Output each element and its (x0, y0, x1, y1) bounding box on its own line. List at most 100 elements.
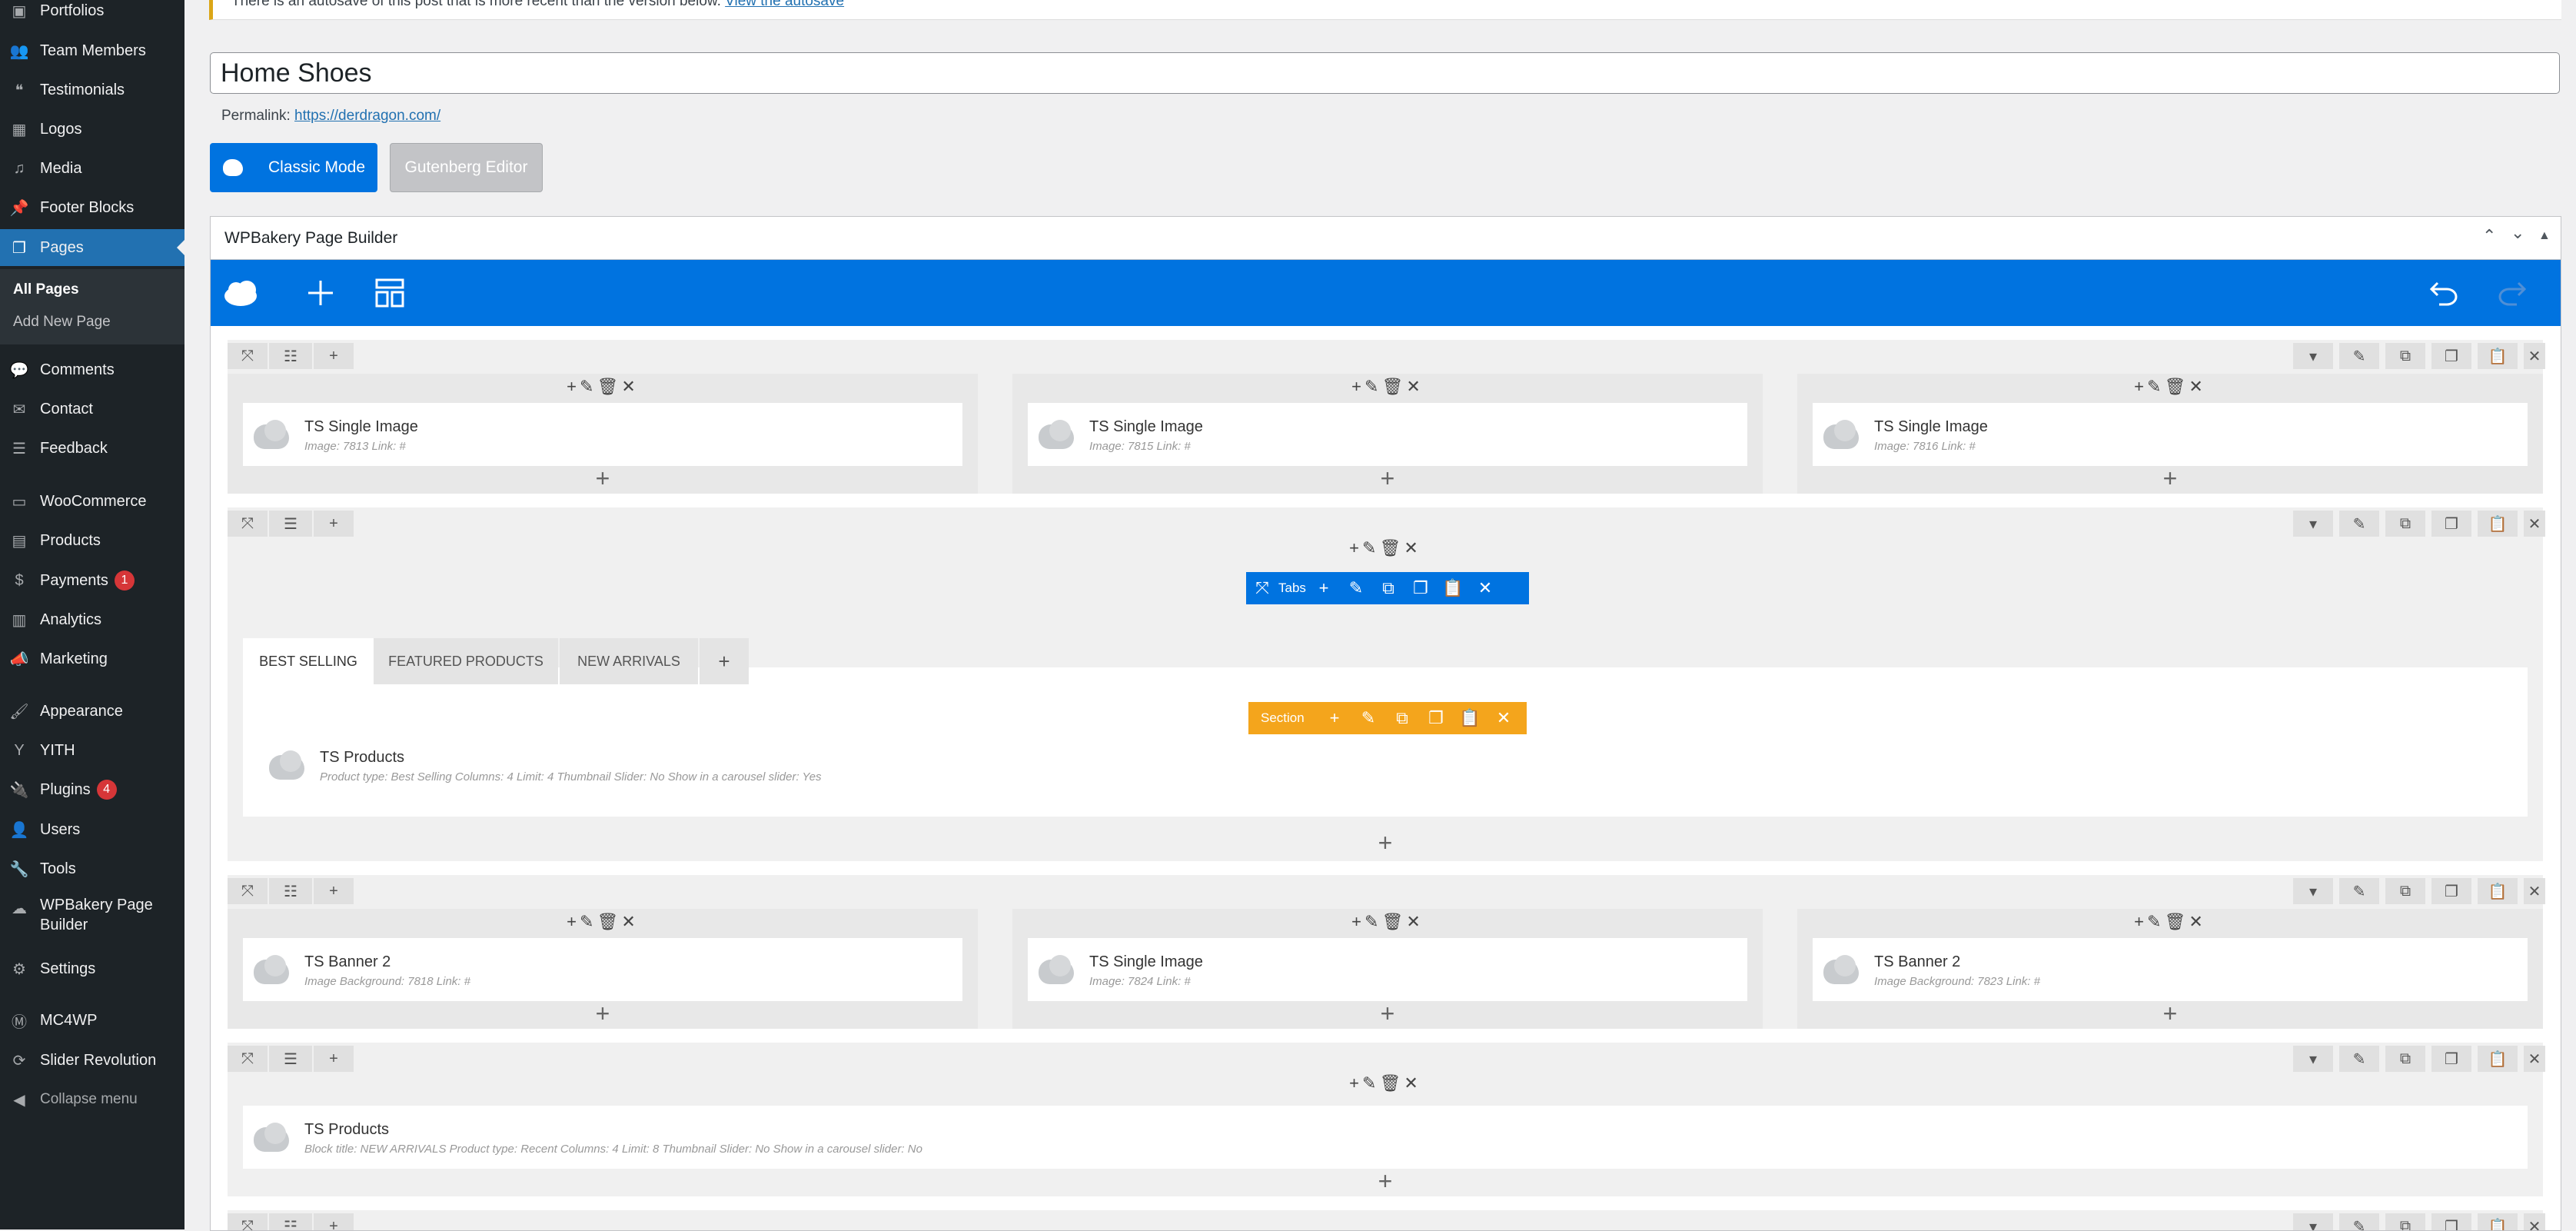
templates-icon[interactable] (371, 274, 409, 312)
row-toggle-icon[interactable]: ▾ (2293, 511, 2333, 537)
submenu-all-pages[interactable]: All Pages (13, 281, 79, 298)
add-element-button[interactable]: + (228, 466, 978, 491)
column-controls[interactable]: +✎🗑✕ (1797, 912, 2543, 932)
section-delete-icon[interactable]: ✕ (1487, 708, 1521, 728)
tabs-edit-icon[interactable]: ✎ (1340, 578, 1372, 598)
add-element-button[interactable]: + (1012, 1001, 1763, 1026)
move-down-icon[interactable]: ⌄ (2511, 223, 2524, 243)
column-controls[interactable]: +✎🗑✕ (228, 538, 2543, 558)
wpbakery-logo-icon[interactable] (222, 274, 261, 312)
toggle-panel-icon[interactable]: ▲ (2538, 229, 2551, 243)
menu-slider-revolution[interactable]: ⟳Slider Revolution (0, 1042, 184, 1079)
row-layout-icon[interactable]: ☰ (269, 511, 312, 537)
move-up-icon[interactable]: ⌃ (2482, 226, 2496, 246)
tabs-move-icon[interactable]: ⤧ (1246, 578, 1278, 598)
row-layout-icon[interactable]: ☰ (269, 1046, 312, 1072)
add-column-icon[interactable]: + (314, 1213, 354, 1231)
menu-comments[interactable]: 💬Comments (0, 351, 184, 388)
row-copy-icon[interactable]: ❐ (2431, 511, 2471, 537)
menu-media[interactable]: ♫Media (0, 150, 184, 187)
row-copy-icon[interactable]: ❐ (2431, 343, 2471, 369)
tabs-paste-icon[interactable]: 📋 (1437, 578, 1469, 598)
row-copy-icon[interactable]: ❐ (2431, 1046, 2471, 1072)
menu-testimonials[interactable]: ❝Testimonials (0, 72, 184, 108)
row-layout-icon[interactable]: ☷ (269, 343, 312, 369)
ts-single-image-element[interactable]: TS Single Image Image: 7824 Link: # (1028, 938, 1747, 1001)
row-toggle-icon[interactable]: ▾ (2293, 878, 2333, 904)
permalink-url[interactable]: https://derdragon.com/ (294, 108, 440, 124)
add-element-button[interactable]: + (228, 830, 2543, 855)
row-paste-icon[interactable]: 📋 (2478, 1046, 2518, 1072)
add-tab-button[interactable]: + (700, 638, 749, 684)
add-tab-icon[interactable]: + (1308, 578, 1340, 598)
add-element-button[interactable]: + (1012, 466, 1763, 491)
menu-portfolios[interactable]: ▣Portfolios (0, 0, 184, 29)
row-edit-icon[interactable]: ✎ (2339, 1046, 2379, 1072)
menu-marketing[interactable]: 📣Marketing (0, 640, 184, 677)
section-add-icon[interactable]: + (1318, 708, 1351, 728)
ts-single-image-element[interactable]: TS Single Image Image: 7815 Link: # (1028, 403, 1747, 466)
row-move-icon[interactable]: ⤧ (228, 1213, 268, 1231)
row-clone-icon[interactable]: ⧉ (2385, 343, 2425, 369)
row-move-icon[interactable]: ⤧ (228, 343, 268, 369)
submenu-add-new-page[interactable]: Add New Page (13, 314, 111, 331)
row-clone-icon[interactable]: ⧉ (2385, 878, 2425, 904)
row-delete-icon[interactable]: ✕ (2524, 1213, 2545, 1231)
row-move-icon[interactable]: ⤧ (228, 1046, 268, 1072)
gutenberg-editor-button[interactable]: Gutenberg Editor (390, 143, 543, 192)
menu-tools[interactable]: 🔧Tools (0, 850, 184, 887)
row-edit-icon[interactable]: ✎ (2339, 878, 2379, 904)
menu-users[interactable]: 👤Users (0, 811, 184, 848)
row-edit-icon[interactable]: ✎ (2339, 511, 2379, 537)
row-toggle-icon[interactable]: ▾ (2293, 343, 2333, 369)
menu-appearance[interactable]: 🖌Appearance (0, 693, 184, 730)
tabs-clone-icon[interactable]: ⧉ (1372, 578, 1404, 598)
row-delete-icon[interactable]: ✕ (2524, 1046, 2545, 1072)
row-toggle-icon[interactable]: ▾ (2293, 1046, 2333, 1072)
section-clone-icon[interactable]: ⧉ (1385, 708, 1419, 728)
column-controls[interactable]: +✎🗑✕ (228, 1073, 2543, 1093)
row-paste-icon[interactable]: 📋 (2478, 343, 2518, 369)
add-element-button[interactable]: + (1797, 1001, 2543, 1026)
add-element-button[interactable]: + (228, 1169, 2543, 1193)
menu-plugins[interactable]: 🔌Plugins4 (0, 771, 184, 808)
add-element-button[interactable]: + (1797, 466, 2543, 491)
row-toggle-icon[interactable]: ▾ (2293, 1213, 2333, 1231)
classic-mode-button[interactable]: Classic Mode (210, 143, 377, 192)
row-clone-icon[interactable]: ⧉ (2385, 1046, 2425, 1072)
add-column-icon[interactable]: + (314, 511, 354, 537)
row-paste-icon[interactable]: 📋 (2478, 878, 2518, 904)
ts-products-element[interactable]: TS Products Product type: Best Selling C… (258, 734, 950, 797)
undo-icon[interactable] (2425, 274, 2463, 312)
row-move-icon[interactable]: ⤧ (228, 878, 268, 904)
post-title-input[interactable]: Home Shoes (210, 52, 2560, 94)
ts-single-image-element[interactable]: TS Single Image Image: 7813 Link: # (243, 403, 962, 466)
add-element-button[interactable]: + (228, 1001, 978, 1026)
view-autosave-link[interactable]: View the autosave (725, 0, 844, 9)
add-column-icon[interactable]: + (314, 1046, 354, 1072)
add-column-icon[interactable]: + (314, 343, 354, 369)
menu-payments[interactable]: $Payments1 (0, 562, 184, 599)
row-layout-icon[interactable]: ☷ (269, 1213, 312, 1231)
section-edit-icon[interactable]: ✎ (1351, 708, 1385, 728)
row-move-icon[interactable]: ⤧ (228, 511, 268, 537)
row-clone-icon[interactable]: ⧉ (2385, 1213, 2425, 1231)
row-edit-icon[interactable]: ✎ (2339, 343, 2379, 369)
menu-settings[interactable]: ⚙Settings (0, 950, 184, 987)
tabs-delete-icon[interactable]: ✕ (1469, 578, 1501, 598)
column-controls[interactable]: +✎🗑✕ (1797, 377, 2543, 397)
menu-wpbakery[interactable]: ☁WPBakery PageBuilder (0, 895, 184, 941)
menu-products[interactable]: ▤Products (0, 522, 184, 559)
row-paste-icon[interactable]: 📋 (2478, 511, 2518, 537)
ts-single-image-element[interactable]: TS Single Image Image: 7816 Link: # (1813, 403, 2528, 466)
row-delete-icon[interactable]: ✕ (2524, 343, 2545, 369)
row-copy-icon[interactable]: ❐ (2431, 878, 2471, 904)
menu-pages[interactable]: ❐Pages (0, 229, 184, 266)
row-delete-icon[interactable]: ✕ (2524, 511, 2545, 537)
menu-logos[interactable]: ▦Logos (0, 111, 184, 148)
row-layout-icon[interactable]: ☷ (269, 878, 312, 904)
tab-featured-products[interactable]: FEATURED PRODUCTS (374, 638, 558, 684)
menu-yith[interactable]: YYITH (0, 732, 184, 769)
row-paste-icon[interactable]: 📋 (2478, 1213, 2518, 1231)
ts-banner-element[interactable]: TS Banner 2 Image Background: 7823 Link:… (1813, 938, 2528, 1001)
